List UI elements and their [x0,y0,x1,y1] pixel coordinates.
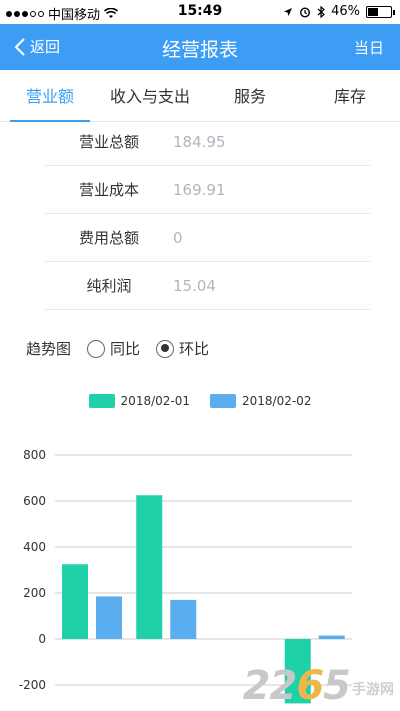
summary-row: 费用总额 0 [45,214,370,262]
summary-value: 0 [173,228,183,247]
y-tick-label: 0 [38,632,46,646]
chart-legend: 2018/02-01 2018/02-02 [0,394,400,408]
radio-mom[interactable]: 环比 [156,338,209,359]
bar-series2 [96,596,122,639]
summary-row: 营业成本 169.91 [45,166,370,214]
today-button[interactable]: 当日 [354,37,384,58]
bluetooth-icon [317,5,326,18]
bar-series1 [62,564,88,639]
status-right: 46% [283,4,395,19]
y-tick-label: 400 [23,540,46,554]
summary-value: 184.95 [173,132,226,151]
legend-label: 2018/02-02 [242,394,312,408]
watermark-site: 手游网 [352,682,394,698]
location-arrow-icon [284,7,293,16]
legend-swatch [210,394,236,408]
tab-income-expense[interactable]: 收入与支出 [100,72,200,121]
tab-inventory[interactable]: 库存 [300,72,400,121]
tab-service[interactable]: 服务 [200,72,300,121]
y-tick-label: 800 [23,448,46,462]
summary-value: 169.91 [173,180,226,199]
trend-label: 趋势图 [26,340,72,358]
summary-list: 营业总额 184.95 营业成本 169.91 费用总额 0 纯利润 15.04 [45,118,370,310]
radio-yoy-label: 同比 [110,340,141,358]
summary-value: 15.04 [173,276,216,295]
battery-icon [366,5,395,18]
summary-row: 营业总额 184.95 [45,118,370,166]
legend-item-series2[interactable]: 2018/02-02 [210,394,311,408]
battery-fill [368,7,379,16]
y-tick-label: -200 [19,678,46,692]
bar-series1 [136,495,163,639]
alarm-icon [300,6,311,18]
watermark-number: 2265 [242,663,351,709]
radio-yoy[interactable]: 同比 [87,338,140,359]
trend-selector: 趋势图 同比 环比 [26,338,209,359]
summary-label: 营业总额 [78,133,139,151]
summary-label: 营业成本 [78,181,139,199]
legend-item-series1[interactable]: 2018/02-01 [88,394,190,408]
legend-label: 2018/02-01 [120,394,190,408]
tab-bar: 营业额 收入与支出 服务 库存 [0,72,400,122]
y-tick-label: 200 [23,586,46,600]
nav-bar: 返回 经营报表 当日 [0,24,400,70]
radio-mom-label: 环比 [179,340,210,358]
bar-series2 [170,599,197,639]
status-bar: 中国移动 15:49 46% [0,0,400,24]
summary-label: 费用总额 [78,229,139,247]
radio-mom-circle [156,339,175,358]
radio-yoy-circle [87,339,106,358]
tab-revenue[interactable]: 营业额 [0,72,100,122]
legend-swatch [88,394,115,408]
site-watermark-logo: 2265 手游网 [243,663,394,709]
battery-percent: 46% [331,4,360,19]
summary-label: 纯利润 [86,277,132,295]
y-tick-label: 600 [23,494,46,508]
summary-row: 纯利润 15.04 [45,262,370,310]
bar-series2 [318,635,345,639]
page-title: 经营报表 [161,39,238,61]
